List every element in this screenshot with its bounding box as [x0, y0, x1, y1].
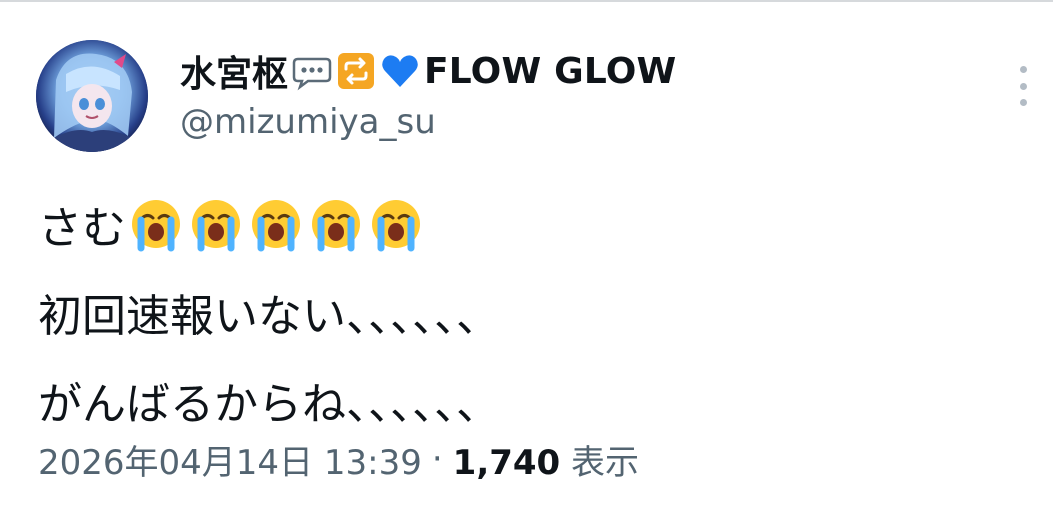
loudly-crying-face-icon — [252, 200, 300, 252]
author-name[interactable]: 水宮枢 FLOW GLOW — [180, 46, 676, 96]
brand-text: FLOW GLOW — [424, 50, 677, 92]
views[interactable]: 1,740 表示 — [453, 435, 639, 484]
post-line-text: がんばるからね、、、、、、 — [38, 379, 500, 430]
blue-heart-icon — [382, 55, 418, 87]
display-name-text: 水宮枢 — [180, 54, 289, 95]
more-dot — [1019, 66, 1027, 73]
loudly-crying-face-icon — [192, 200, 240, 252]
post-line: 初回速報いない、、、、、、 — [38, 268, 500, 356]
avatar[interactable] — [36, 40, 148, 152]
views-count: 1,740 — [452, 442, 561, 483]
post-line: がんばるからね、、、、、、 — [38, 356, 500, 444]
loudly-crying-face-icon — [312, 200, 360, 252]
top-divider — [0, 0, 1053, 2]
post-meta: 2026年04月14日 13:39 · 1,740 表示 — [38, 432, 639, 486]
post-body: さむ 初回速報いない、、、、、、 がんばるからね、、、、、、 — [38, 180, 500, 444]
repeat-icon — [338, 53, 375, 89]
loudly-crying-face-icon — [372, 200, 420, 252]
meta-separator: · — [431, 439, 443, 479]
post-line: さむ — [38, 180, 500, 268]
emoji-row — [128, 196, 424, 252]
more-dot — [1019, 99, 1027, 106]
author-handle[interactable]: @mizumiya_su — [180, 102, 436, 142]
more-dot — [1019, 82, 1027, 90]
post-timestamp[interactable]: 2026年04月14日 13:39 — [38, 435, 422, 484]
more-options-icon[interactable] — [1013, 66, 1033, 106]
loudly-crying-face-icon — [132, 200, 180, 252]
post-line-text: さむ — [38, 203, 126, 254]
speech-bubble-icon — [292, 57, 332, 91]
views-label: 表示 — [571, 442, 640, 483]
post-line-text: 初回速報いない、、、、、、 — [38, 291, 500, 342]
avatar-image — [36, 40, 148, 152]
